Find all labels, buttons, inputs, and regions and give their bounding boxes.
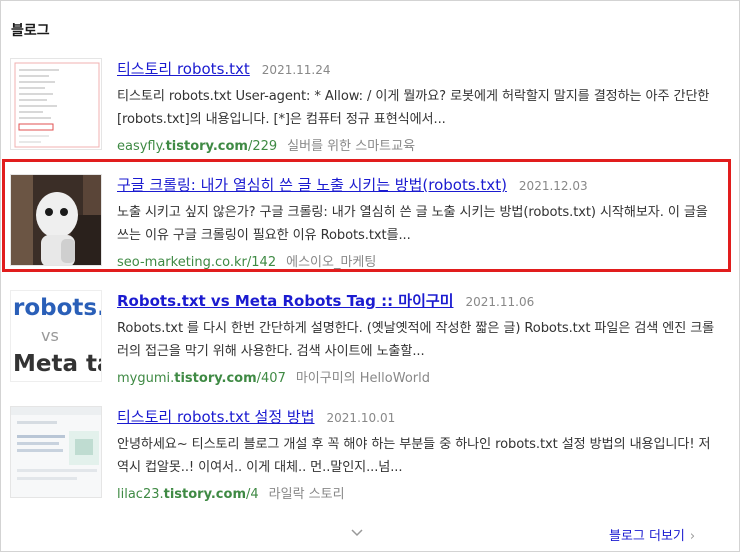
result-title-link[interactable]: 티스토리 robots.txt: [117, 60, 250, 78]
url-path: /229: [247, 139, 278, 154]
more-blogs-link[interactable]: 블로그 더보기 ›: [609, 525, 695, 544]
result-date: 2021.11.06: [465, 295, 535, 309]
result-title-link[interactable]: 티스토리 robots.txt 설정 방법: [117, 408, 315, 426]
result-title-link[interactable]: Robots.txt vs Meta Robots Tag :: 마이구미: [117, 292, 454, 310]
result-url[interactable]: easyfly.tistory.com/229: [117, 139, 277, 154]
result-item: robots.t vs Meta tag Robots.txt vs Meta …: [0, 290, 740, 405]
chevron-down-icon[interactable]: [351, 527, 363, 539]
result-source: easyfly.tistory.com/229 실버를 위한 스마트교육: [117, 135, 415, 154]
result-source: lilac23.tistory.com/4 라일락 스토리: [117, 483, 345, 502]
result-source: mygumi.tistory.com/407 마이구미의 HelloWorld: [117, 367, 430, 386]
result-author[interactable]: 실버를 위한 스마트교육: [287, 139, 415, 154]
thumb-text-vs: vs: [41, 326, 59, 345]
result-title-row: 티스토리 robots.txt 설정 방법 2021.10.01: [117, 406, 395, 427]
result-description: 안녕하세요~ 티스토리 블로그 개설 후 꼭 해야 하는 부분들 중 하나인 r…: [117, 437, 711, 475]
result-description: 티스토리 robots.txt User-agent: * Allow: / 이…: [117, 89, 710, 127]
url-domain: tistory.com: [174, 371, 257, 386]
result-url[interactable]: mygumi.tistory.com/407: [117, 371, 286, 386]
result-item: 티스토리 robots.txt 설정 방법 2021.10.01 안녕하세요~ 티…: [0, 406, 740, 521]
result-thumbnail[interactable]: robots.t vs Meta tag: [10, 290, 102, 382]
thumb-text-meta: Meta tag: [13, 351, 101, 377]
section-title: 블로그: [11, 23, 50, 39]
url-prefix: mygumi.: [117, 371, 175, 386]
result-date: 2021.10.01: [326, 411, 396, 425]
url-domain: tistory.com: [165, 139, 248, 154]
more-blogs-label: 블로그 더보기: [609, 529, 685, 544]
result-author[interactable]: 라일락 스토리: [269, 487, 345, 502]
result-description: Robots.txt 를 다시 한번 간단하게 설명한다. (옛날옛적에 작성한…: [117, 321, 715, 359]
url-path: /4: [246, 487, 259, 502]
result-item: 티스토리 robots.txt 2021.11.24 티스토리 robots.tx…: [0, 58, 740, 173]
chevron-right-icon: ›: [689, 529, 696, 544]
highlight-box: [2, 159, 731, 272]
result-author[interactable]: 마이구미의 HelloWorld: [296, 371, 430, 386]
document-thumbnail-icon: [11, 59, 101, 149]
url-prefix: lilac23.: [117, 487, 164, 502]
url-prefix: easyfly.: [117, 139, 166, 154]
result-title-row: 티스토리 robots.txt 2021.11.24: [117, 58, 331, 79]
webpage-screenshot-icon: [11, 407, 101, 497]
result-thumbnail[interactable]: [10, 58, 102, 150]
result-url[interactable]: lilac23.tistory.com/4: [117, 487, 259, 502]
url-domain: tistory.com: [163, 487, 246, 502]
thumb-text-robots: robots.t: [13, 295, 101, 321]
url-path: /407: [256, 371, 286, 386]
result-thumbnail[interactable]: [10, 406, 102, 498]
result-title-row: Robots.txt vs Meta Robots Tag :: 마이구미 202…: [117, 290, 534, 311]
result-date: 2021.11.24: [261, 63, 331, 77]
